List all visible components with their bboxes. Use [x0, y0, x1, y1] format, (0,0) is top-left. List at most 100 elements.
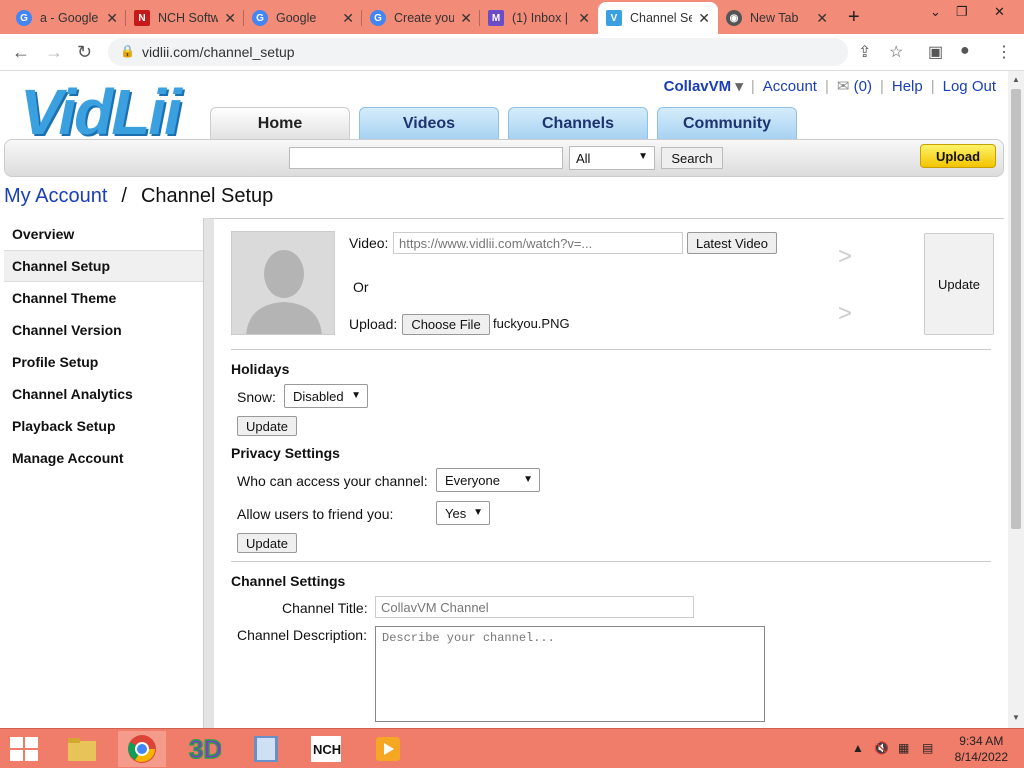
- close-icon[interactable]: ✕: [342, 10, 354, 27]
- nav-tab-community[interactable]: Community: [657, 107, 797, 139]
- breadcrumb: My Account / Channel Setup: [4, 185, 274, 208]
- restore-icon[interactable]: ❐: [956, 4, 968, 20]
- page-scrollbar[interactable]: ▲ ▼: [1008, 71, 1024, 728]
- media-player-icon[interactable]: [364, 731, 412, 767]
- action-center-icon[interactable]: ▤: [922, 741, 933, 755]
- user-links: CollavVM ▾ | Account | ✉ (0) | Help | Lo…: [663, 77, 996, 96]
- browser-tab-strip: G a - Google ✕ N NCH Software ✕ G Google…: [0, 0, 1024, 34]
- forward-icon[interactable]: →: [45, 42, 63, 63]
- inbox-link[interactable]: ✉ (0): [837, 77, 872, 95]
- sidebar-item-channel-analytics[interactable]: Channel Analytics: [4, 378, 203, 410]
- sidebar-item-profile-setup[interactable]: Profile Setup: [4, 346, 203, 378]
- 3d-app-icon[interactable]: 3D: [180, 731, 228, 767]
- new-tab-icon[interactable]: +: [848, 6, 860, 29]
- search-category-select[interactable]: All ▼: [569, 146, 655, 170]
- mail-icon: M: [488, 10, 504, 26]
- scrollbar-thumb[interactable]: [1011, 89, 1021, 529]
- browser-tab-inbox[interactable]: M (1) Inbox | ✕: [480, 2, 598, 34]
- username-dropdown[interactable]: CollavVM ▾: [664, 77, 743, 95]
- search-bar: All ▼ Search Upload: [4, 139, 1004, 177]
- url-text: vidlii.com/channel_setup: [142, 44, 295, 60]
- sidebar-item-channel-theme[interactable]: Channel Theme: [4, 282, 203, 314]
- close-icon[interactable]: ✕: [578, 10, 590, 27]
- close-icon[interactable]: ✕: [698, 10, 710, 27]
- sidebar-item-channel-setup[interactable]: Channel Setup: [4, 250, 203, 282]
- close-icon[interactable]: ✕: [816, 10, 828, 27]
- chevron-up-icon[interactable]: ▲: [852, 741, 864, 755]
- nav-tab-videos[interactable]: Videos: [359, 107, 499, 139]
- reload-icon[interactable]: ↻: [77, 42, 92, 63]
- channel-access-select[interactable]: Everyone ▼: [436, 468, 540, 492]
- avatar[interactable]: [231, 231, 335, 335]
- sidebar-item-channel-version[interactable]: Channel Version: [4, 314, 203, 346]
- close-icon[interactable]: ✕: [460, 10, 472, 27]
- chevron-down-icon: ▼: [638, 151, 648, 162]
- search-button[interactable]: Search: [661, 147, 723, 169]
- file-explorer-icon[interactable]: [58, 731, 106, 767]
- browser-tab-new-tab[interactable]: ◉ New Tab ✕: [718, 2, 836, 34]
- choose-file-button[interactable]: Choose File: [402, 314, 490, 335]
- chevron-down-icon: ▼: [351, 390, 361, 401]
- nch-software-icon[interactable]: NCH: [302, 731, 350, 767]
- chrome-icon[interactable]: [118, 731, 166, 767]
- back-icon[interactable]: ←: [12, 42, 30, 63]
- volume-muted-icon[interactable]: 🔇: [874, 741, 889, 755]
- search-input[interactable]: [289, 147, 563, 169]
- nav-tab-home[interactable]: Home: [210, 107, 350, 139]
- chevron-right-icon: >: [838, 300, 853, 327]
- upload-button[interactable]: Upload: [920, 144, 996, 168]
- windows-start-icon[interactable]: [10, 737, 38, 761]
- profile-icon[interactable]: ●: [960, 42, 970, 60]
- nav-tab-channels[interactable]: Channels: [508, 107, 648, 139]
- latest-video-button[interactable]: Latest Video: [687, 232, 777, 254]
- close-icon[interactable]: ✕: [106, 10, 118, 27]
- breadcrumb-my-account[interactable]: My Account: [4, 185, 107, 208]
- sidebar-item-manage-account[interactable]: Manage Account: [4, 442, 203, 474]
- channel-description-textarea[interactable]: Describe your channel...: [375, 626, 765, 722]
- star-icon[interactable]: ☆: [889, 42, 903, 62]
- browser-tab-google-search[interactable]: G a - Google ✕: [8, 2, 126, 34]
- envelope-icon: ✉: [836, 78, 850, 95]
- google-icon: G: [370, 10, 386, 26]
- chevron-down-icon[interactable]: ⌄: [930, 4, 941, 20]
- vidlii-logo[interactable]: VidLii: [20, 75, 182, 149]
- video-editor-icon[interactable]: [242, 731, 290, 767]
- sidepanel-icon[interactable]: ▣: [928, 42, 943, 62]
- google-icon: G: [252, 10, 268, 26]
- account-link[interactable]: Account: [763, 78, 817, 95]
- network-icon[interactable]: ▦: [898, 741, 909, 755]
- svg-text:3D: 3D: [189, 734, 221, 764]
- channel-title-input[interactable]: CollavVM Channel: [375, 596, 694, 618]
- browser-tab-create[interactable]: G Create your ✕: [362, 2, 480, 34]
- svg-text:NCH: NCH: [313, 742, 341, 757]
- snow-select[interactable]: Disabled ▼: [284, 384, 368, 408]
- sidebar-item-playback-setup[interactable]: Playback Setup: [4, 410, 203, 442]
- privacy-update-button[interactable]: Update: [237, 533, 297, 553]
- chevron-down-icon: ▾: [735, 78, 743, 95]
- browser-tab-google[interactable]: G Google ✕: [244, 2, 362, 34]
- sidebar-item-overview[interactable]: Overview: [4, 218, 203, 250]
- chevron-down-icon: ▼: [473, 507, 483, 518]
- person-placeholder-icon: [232, 232, 334, 334]
- browser-tab-channel-setup[interactable]: V Channel Setup ✕: [598, 2, 718, 34]
- video-url-input[interactable]: https://www.vidlii.com/watch?v=...: [393, 232, 683, 254]
- update-featured-button[interactable]: Update: [924, 233, 994, 335]
- share-icon[interactable]: ⇪: [858, 42, 871, 62]
- help-link[interactable]: Help: [892, 78, 923, 95]
- scroll-up-icon[interactable]: ▲: [1012, 75, 1020, 84]
- holidays-update-button[interactable]: Update: [237, 416, 297, 436]
- divider: [231, 349, 991, 350]
- friend-requests-select[interactable]: Yes ▼: [436, 501, 490, 525]
- page-title: Channel Setup: [140, 185, 274, 207]
- address-bar[interactable]: 🔒 vidlii.com/channel_setup: [108, 38, 848, 66]
- logout-link[interactable]: Log Out: [943, 78, 996, 95]
- browser-tab-nch[interactable]: N NCH Software ✕: [126, 2, 244, 34]
- holidays-heading: Holidays: [231, 361, 290, 377]
- channel-setup-panel: Video: https://www.vidlii.com/watch?v=..…: [204, 218, 1004, 728]
- scroll-down-icon[interactable]: ▼: [1012, 713, 1020, 722]
- system-clock[interactable]: 9:34 AM 8/14/2022: [955, 733, 1008, 765]
- close-icon[interactable]: ✕: [224, 10, 236, 27]
- close-window-icon[interactable]: ✕: [994, 4, 1005, 20]
- menu-icon[interactable]: ⋮: [996, 42, 1012, 62]
- chrome-icon: ◉: [726, 10, 742, 26]
